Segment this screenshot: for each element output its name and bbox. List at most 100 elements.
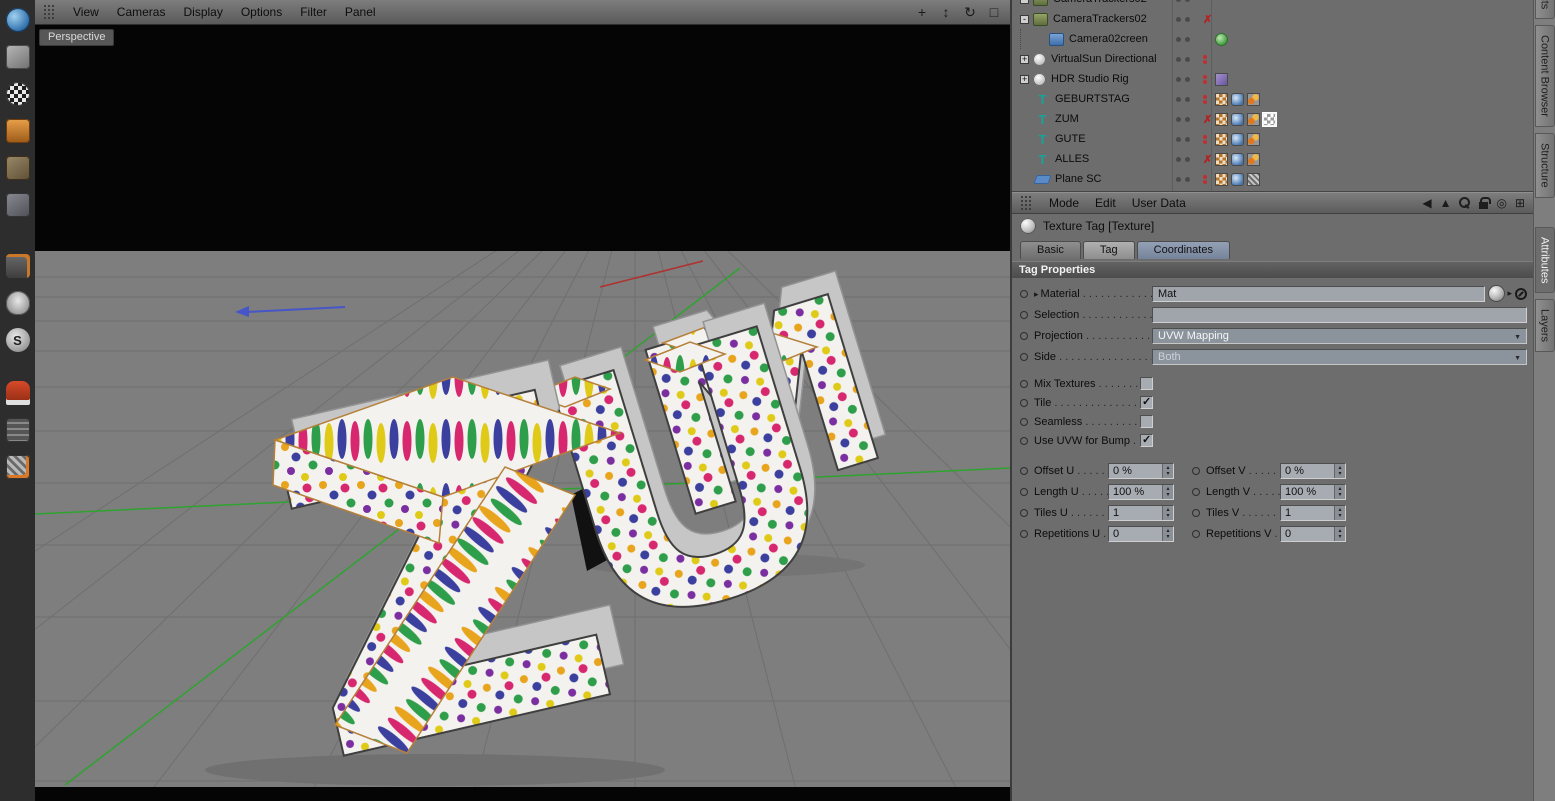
keyframe-dot[interactable] <box>1020 487 1028 496</box>
plus-expander-icon[interactable]: + <box>1020 54 1029 64</box>
menu-edit[interactable]: Edit <box>1087 196 1124 210</box>
spinner-arrows-icon[interactable]: ▴ ▾ <box>1334 505 1345 520</box>
spinner-arrows-icon[interactable]: ▴ ▾ <box>1334 484 1345 499</box>
panel-grip-handle[interactable] <box>43 4 54 20</box>
material-icon[interactable] <box>5 119 30 143</box>
visibility-dots[interactable] <box>1176 56 1190 62</box>
object-row[interactable]: Plane SC <box>1012 169 1533 189</box>
object-row[interactable]: - CameraTrackers02 <box>1012 0 1533 9</box>
spinner-arrows-icon[interactable]: ▴ ▾ <box>1334 526 1345 541</box>
disclosure-triangle-icon[interactable]: ▸ <box>1034 289 1039 299</box>
repetitions-u-field[interactable]: 0 ▴ ▾ <box>1108 525 1174 542</box>
tab-basic[interactable]: Basic <box>1020 241 1081 259</box>
globe-tag[interactable] <box>1215 32 1228 46</box>
texture-tag[interactable] <box>1215 132 1228 146</box>
uvw-tag[interactable] <box>1247 132 1260 146</box>
object-row[interactable]: Camera02creen <box>1012 29 1533 49</box>
minus-expander-icon[interactable]: - <box>1020 0 1029 4</box>
object-row[interactable]: T GUTE <box>1012 129 1533 149</box>
spinner-arrows-icon[interactable]: ▴ ▾ <box>1162 463 1173 478</box>
texture-selected-tag[interactable] <box>1263 112 1276 126</box>
viewport-canvas[interactable]: M M U U Z Z Perspective <box>35 25 1010 801</box>
scene-objects-icon[interactable] <box>5 156 30 180</box>
snap-grid-icon[interactable] <box>5 455 30 479</box>
spinner-arrows-icon[interactable]: ▴ ▾ <box>1162 505 1173 520</box>
object-row[interactable]: + VirtualSun Directional <box>1012 49 1533 69</box>
use-uvw-for-bump-checkbox[interactable] <box>1140 433 1153 447</box>
back-arrow-icon[interactable]: ◀ <box>1422 196 1431 210</box>
texture-tag[interactable] <box>1215 152 1228 166</box>
keyframe-dot[interactable] <box>1020 310 1028 319</box>
menu-mode[interactable]: Mode <box>1041 196 1087 210</box>
menu-cameras[interactable]: Cameras <box>108 5 175 19</box>
texture-tag[interactable] <box>1215 112 1228 126</box>
repetitions-v-field[interactable]: 0 ▴ ▾ <box>1280 525 1346 542</box>
maximize-view-icon[interactable]: □ <box>986 4 1002 20</box>
phong-tag[interactable] <box>1231 92 1244 106</box>
pick-material-icon[interactable] <box>1515 287 1527 300</box>
state-dots-icon[interactable] <box>1203 134 1207 145</box>
object-row[interactable]: T ZUM ✗ <box>1012 109 1533 129</box>
hatch-tag[interactable] <box>1247 172 1260 186</box>
keyframe-dot[interactable] <box>1020 436 1028 445</box>
length-u-field[interactable]: 100 % ▴ ▾ <box>1108 483 1174 500</box>
plus-expander-icon[interactable]: + <box>1020 74 1029 84</box>
phong-tag[interactable] <box>1231 112 1244 126</box>
state-dots-icon[interactable] <box>1203 94 1207 105</box>
xpresso-tag[interactable] <box>1215 72 1228 86</box>
modeling-icon[interactable] <box>5 193 30 217</box>
keyframe-dot[interactable] <box>1192 487 1200 496</box>
spinner-arrows-icon[interactable]: ▴ ▾ <box>1334 463 1345 478</box>
state-dots-icon[interactable] <box>1203 174 1207 185</box>
offset-v-field[interactable]: 0 % ▴ ▾ <box>1280 462 1346 479</box>
seamless-checkbox[interactable] <box>1140 415 1153 428</box>
side-tab-content-browser[interactable]: Content Browser <box>1534 25 1555 128</box>
soft-selection-icon[interactable] <box>5 328 30 352</box>
lock-icon[interactable] <box>1479 197 1492 209</box>
side-tab-layers[interactable]: Layers <box>1534 299 1555 353</box>
phong-tag[interactable] <box>1231 172 1244 186</box>
visibility-dots[interactable] <box>1176 76 1190 82</box>
spinner-arrows-icon[interactable]: ▴ ▾ <box>1162 484 1173 499</box>
camera-view-label[interactable]: Perspective <box>39 29 115 46</box>
keyframe-dot[interactable] <box>1020 352 1028 361</box>
side-tab-attributes[interactable]: Attributes <box>1534 226 1555 294</box>
axis-tool-icon[interactable] <box>5 254 30 278</box>
menu-display[interactable]: Display <box>174 5 231 19</box>
pan-view-icon[interactable]: + <box>914 4 930 20</box>
tiles-v-field[interactable]: 1 ▴ ▾ <box>1280 504 1346 521</box>
object-row[interactable]: - CameraTrackers02 ✗ <box>1012 9 1533 29</box>
side-tab-structure[interactable]: Structure <box>1534 133 1555 198</box>
length-v-field[interactable]: 100 % ▴ ▾ <box>1280 483 1346 500</box>
projection-dropdown[interactable]: UVW Mapping <box>1152 327 1527 344</box>
keyframe-dot[interactable] <box>1020 331 1028 340</box>
visibility-dots[interactable] <box>1176 156 1190 162</box>
focus-target-icon[interactable]: ◎ <box>1496 196 1506 210</box>
menu-panel[interactable]: Panel <box>336 5 385 19</box>
tile-checkbox[interactable] <box>1140 395 1153 409</box>
minus-expander-icon[interactable]: - <box>1020 14 1029 24</box>
search-icon[interactable] <box>1459 197 1471 209</box>
side-dropdown[interactable]: Both <box>1152 348 1527 365</box>
keyframe-dot[interactable] <box>1020 529 1028 538</box>
keyframe-dot[interactable] <box>1020 466 1028 475</box>
menu-filter[interactable]: Filter <box>291 5 336 19</box>
menu-user-data[interactable]: User Data <box>1124 196 1194 210</box>
uvw-tag[interactable] <box>1247 112 1260 126</box>
object-row[interactable]: + HDR Studio Rig <box>1012 69 1533 89</box>
state-dots-icon[interactable] <box>1203 54 1207 65</box>
keyframe-dot[interactable] <box>1020 398 1028 407</box>
object-row[interactable]: T GEBURTSTAG <box>1012 89 1533 109</box>
visibility-dots[interactable] <box>1176 136 1190 142</box>
magnet-snap-icon[interactable] <box>5 381 30 405</box>
tiles-u-field[interactable]: 1 ▴ ▾ <box>1108 504 1174 521</box>
visibility-dots[interactable] <box>1176 16 1190 22</box>
visibility-dots[interactable] <box>1176 176 1190 182</box>
object-row[interactable]: T ALLES ✗ <box>1012 149 1533 169</box>
new-panel-icon[interactable]: ⊞ <box>1515 196 1525 210</box>
up-arrow-icon[interactable]: ▲ <box>1440 196 1452 210</box>
keyframe-dot[interactable] <box>1192 529 1200 538</box>
state-dots-icon[interactable] <box>1203 74 1207 85</box>
lock-grid-icon[interactable] <box>5 418 30 442</box>
keyframe-dot[interactable] <box>1020 508 1028 517</box>
